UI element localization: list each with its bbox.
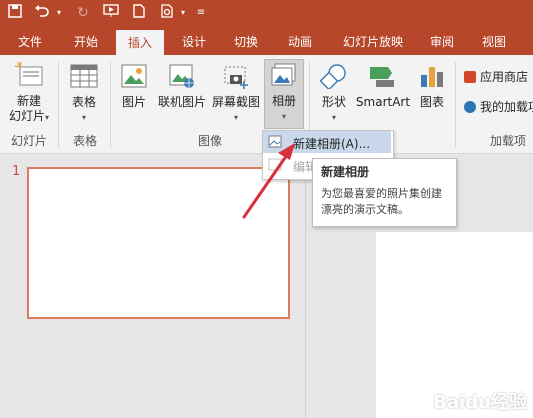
annotation-arrow	[242, 143, 295, 219]
watermark: Baidu经验	[433, 392, 527, 413]
